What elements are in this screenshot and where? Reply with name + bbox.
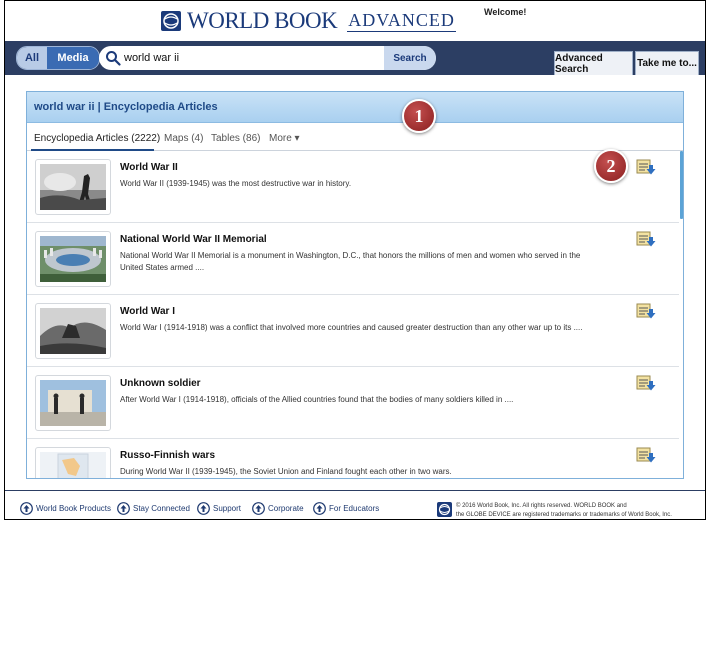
article-title[interactable]: World War II: [120, 162, 178, 173]
arrow-up-circle-icon: [197, 502, 210, 515]
article-thumbnail[interactable]: [35, 375, 111, 431]
footer: World Book Products Stay Connected Suppo…: [5, 490, 705, 519]
article-title[interactable]: Russo-Finnish wars: [120, 450, 215, 461]
footer-link-stay-connected[interactable]: Stay Connected: [117, 502, 190, 515]
list-item[interactable]: Russo-Finnish wars During World War II (…: [27, 439, 679, 478]
article-description: After World War I (1914-1918), officials…: [120, 395, 514, 404]
article-description: World War II (1939-1945) was the most de…: [120, 179, 352, 188]
tab-maps[interactable]: Maps (4): [164, 133, 203, 144]
search-box: Search: [99, 46, 436, 70]
callout-marker-1: 1: [402, 99, 436, 133]
tab-encyclopedia-articles[interactable]: Encyclopedia Articles (2222): [34, 133, 160, 144]
logo-text: WORLD BOOK: [187, 8, 338, 33]
advanced-search-tab[interactable]: Advanced Search: [554, 51, 633, 75]
source-toggle: All Media: [16, 46, 100, 70]
save-to-list-icon[interactable]: [636, 303, 656, 321]
search-icon: [106, 51, 121, 66]
results-scrollbar[interactable]: [680, 151, 683, 219]
list-item[interactable]: National World War II Memorial National …: [27, 223, 679, 295]
article-description: National World War II Memorial is a monu…: [120, 251, 581, 272]
save-to-list-icon[interactable]: [636, 159, 656, 177]
nav-bar: All Media Search Advanced Search Take me…: [5, 41, 705, 75]
article-title[interactable]: Unknown soldier: [120, 378, 201, 389]
footer-link-label: Support: [213, 504, 242, 513]
take-me-to-tab[interactable]: Take me to...: [635, 51, 699, 75]
header: WORLD BOOK ADVANCED Welcome!: [5, 1, 705, 41]
logo-edition: ADVANCED: [347, 10, 456, 32]
footer-link-world-book-products[interactable]: World Book Products: [20, 502, 111, 515]
article-title[interactable]: National World War II Memorial: [120, 234, 267, 245]
media-toggle-button[interactable]: Media: [47, 47, 99, 69]
article-thumbnail[interactable]: [35, 231, 111, 287]
panel-title: world war ii | Encyclopedia Articles: [34, 101, 218, 113]
article-thumbnail[interactable]: [35, 159, 111, 215]
memorial-photo-icon: [40, 236, 106, 282]
trench-photo-icon: [40, 308, 106, 354]
results-panel: world war ii | Encyclopedia Articles Enc…: [26, 91, 684, 479]
footer-link-label: For Educators: [329, 504, 380, 513]
arrow-up-circle-icon: [20, 502, 33, 515]
article-description: World War I (1914-1918) was a conflict t…: [120, 323, 583, 332]
map-thumbnail-icon: [40, 452, 106, 478]
search-button[interactable]: Search: [384, 46, 436, 70]
footer-link-label: World Book Products: [36, 504, 111, 513]
footer-link-label: Corporate: [268, 504, 304, 513]
result-type-tabs: Encyclopedia Articles (2222) Maps (4) Ta…: [27, 123, 683, 151]
footer-link-label: Stay Connected: [133, 504, 190, 513]
footer-link-corporate[interactable]: Corporate: [252, 502, 304, 515]
globe-logo-icon: [161, 11, 181, 31]
panel-header: world war ii | Encyclopedia Articles: [27, 92, 683, 123]
save-to-list-icon[interactable]: [636, 375, 656, 393]
all-toggle-button[interactable]: All: [17, 47, 47, 69]
copyright-notice: © 2016 World Book, Inc. All rights reser…: [456, 502, 696, 519]
article-title[interactable]: World War I: [120, 306, 175, 317]
tomb-photo-icon: [40, 380, 106, 426]
article-description: During World War II (1939-1945), the Sov…: [120, 467, 452, 476]
save-to-list-icon[interactable]: [636, 447, 656, 465]
save-to-list-icon[interactable]: [636, 231, 656, 249]
app-window: WORLD BOOK ADVANCED Welcome! All Media S…: [4, 0, 706, 520]
arrow-up-circle-icon: [313, 502, 326, 515]
globe-logo-icon: [437, 502, 452, 517]
search-input[interactable]: [121, 48, 386, 68]
arrow-up-circle-icon: [117, 502, 130, 515]
tab-more-dropdown[interactable]: More ▾: [269, 133, 300, 144]
list-item[interactable]: Unknown soldier After World War I (1914-…: [27, 367, 679, 439]
tab-tables[interactable]: Tables (86): [211, 133, 260, 144]
callout-marker-2: 2: [594, 149, 628, 183]
footer-link-support[interactable]: Support: [197, 502, 241, 515]
soldier-photo-icon: [40, 164, 106, 210]
arrow-up-circle-icon: [252, 502, 265, 515]
copyright-line: © 2016 World Book, Inc. All rights reser…: [456, 503, 627, 509]
footer-link-for-educators[interactable]: For Educators: [313, 502, 379, 515]
world-book-logo[interactable]: WORLD BOOK ADVANCED: [161, 8, 456, 34]
list-item[interactable]: World War I World War I (1914-1918) was …: [27, 295, 679, 367]
list-item[interactable]: World War II World War II (1939-1945) wa…: [27, 151, 679, 223]
welcome-text: Welcome!: [484, 7, 527, 17]
copyright-line: the GLOBE DEVICE are registered trademar…: [456, 512, 672, 518]
article-thumbnail[interactable]: [35, 303, 111, 359]
results-list[interactable]: World War II World War II (1939-1945) wa…: [27, 151, 683, 478]
article-thumbnail[interactable]: [35, 447, 111, 478]
